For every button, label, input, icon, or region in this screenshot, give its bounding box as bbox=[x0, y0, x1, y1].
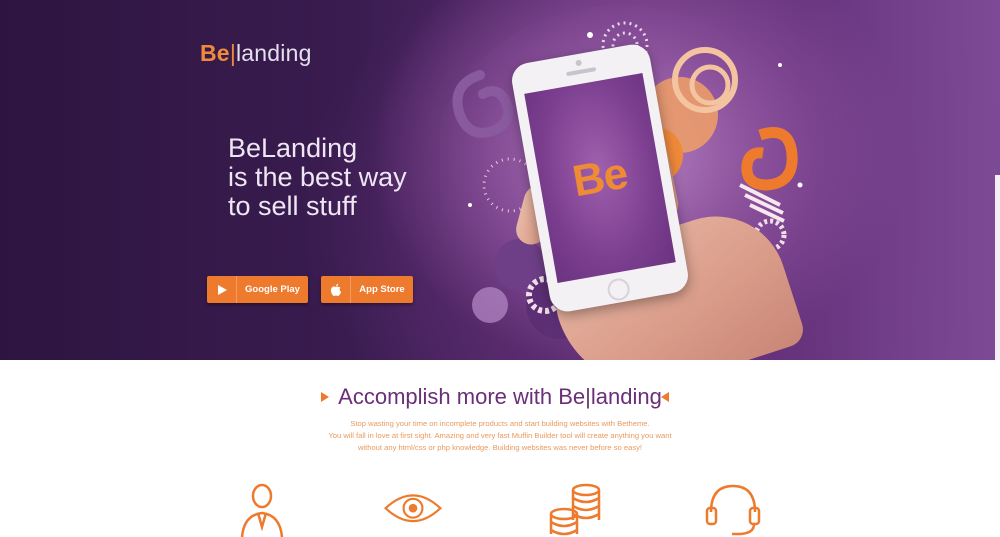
coins-icon bbox=[549, 483, 601, 536]
section-title: Accomplish more with Be|landing bbox=[338, 384, 662, 409]
play-store-icon bbox=[207, 276, 237, 303]
section-description: Stop wasting your time on incomplete pro… bbox=[328, 419, 672, 452]
app-store-button[interactable]: App Store bbox=[321, 276, 413, 303]
businessman-icon bbox=[240, 483, 284, 537]
headset-icon bbox=[705, 484, 761, 536]
title-arrow-right-icon bbox=[661, 392, 669, 402]
phone-screen: Be bbox=[524, 73, 676, 283]
site-logo[interactable]: Be|landing bbox=[200, 40, 312, 67]
phone-screen-logo: Be bbox=[568, 148, 631, 207]
phone-home-button bbox=[605, 276, 632, 303]
eye-icon bbox=[384, 494, 442, 522]
scrollbar[interactable] bbox=[995, 175, 1000, 360]
hero-headline: BeLanding is the best way to sell stuff bbox=[228, 133, 407, 221]
hero-section: Be Be|landing BeLanding is the best way … bbox=[0, 0, 1000, 360]
apple-icon bbox=[321, 276, 351, 303]
google-play-button[interactable]: Google Play bbox=[207, 276, 308, 303]
